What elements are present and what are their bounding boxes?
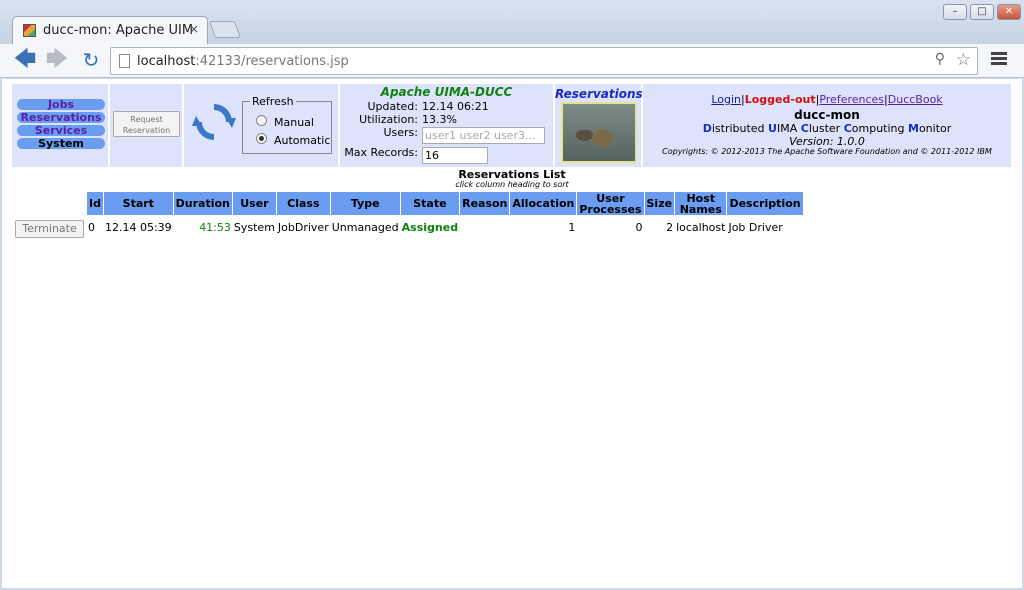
maximize-button[interactable]: □ bbox=[970, 4, 994, 20]
search-icon[interactable]: ⚲ bbox=[935, 51, 945, 67]
close-window-button[interactable]: ✕ bbox=[997, 4, 1021, 20]
cell-size: 2 bbox=[666, 220, 674, 234]
nav-jobs[interactable]: Jobs bbox=[17, 99, 105, 110]
cell-description: Job Driver bbox=[728, 220, 783, 234]
table-row: 0 12.14 05:39 41:53 System JobDriver Unm… bbox=[87, 216, 803, 238]
nav-services[interactable]: Services bbox=[17, 125, 105, 136]
cell-duration: 41:53 bbox=[199, 220, 231, 234]
copyright: Copyrights: © 2012-2013 The Apache Softw… bbox=[662, 147, 992, 156]
col-host-names[interactable]: Host Names bbox=[675, 192, 727, 215]
updated-value: 12.14 06:21 bbox=[422, 100, 489, 113]
users-label: Users: bbox=[383, 126, 418, 139]
duck-image bbox=[561, 102, 637, 163]
browser-toolbar: 🡄 🡆 ↻ localhost:42133/reservations.jsp ⚲… bbox=[0, 44, 1024, 78]
nav-reservations[interactable]: Reservations bbox=[17, 112, 105, 123]
new-tab-button[interactable] bbox=[208, 21, 242, 38]
terminate-button[interactable]: Terminate bbox=[15, 220, 84, 238]
hostname: ducc-mon bbox=[794, 108, 860, 122]
col-type[interactable]: Type bbox=[330, 192, 400, 215]
col-duration[interactable]: Duration bbox=[173, 192, 232, 215]
col-user-processes[interactable]: User Processes bbox=[577, 192, 644, 215]
forward-arrow-icon[interactable]: 🡆 bbox=[44, 48, 70, 74]
updated-label: Updated: bbox=[367, 100, 418, 113]
address-bar[interactable]: localhost:42133/reservations.jsp ⚲ ☆ bbox=[110, 47, 978, 75]
utilization-label: Utilization: bbox=[359, 113, 418, 126]
uima-favicon-icon bbox=[23, 24, 36, 37]
col-reason[interactable]: Reason bbox=[460, 192, 510, 215]
manual-label: Manual bbox=[274, 116, 314, 129]
list-subtitle: click column heading to sort bbox=[455, 180, 569, 189]
request-label-2: Reservation bbox=[122, 126, 171, 135]
back-arrow-icon[interactable]: 🡄 bbox=[12, 48, 38, 74]
nav-panel: Jobs Reservations Services System bbox=[12, 84, 108, 167]
cell-start: 12.14 05:39 bbox=[104, 220, 172, 234]
tab-close-icon[interactable]: × bbox=[189, 22, 199, 36]
logged-out-status: Logged-out bbox=[744, 93, 816, 106]
nav-system[interactable]: System bbox=[17, 138, 105, 149]
bookmark-star-icon[interactable]: ☆ bbox=[956, 50, 971, 70]
col-class[interactable]: Class bbox=[276, 192, 330, 215]
tagline: Distributed UIMA Cluster Computing Monit… bbox=[702, 122, 952, 135]
cell-reason bbox=[460, 216, 509, 238]
minimize-button[interactable]: – bbox=[943, 4, 967, 20]
request-reservation-button[interactable]: Request Reservation bbox=[113, 111, 180, 137]
request-label-1: Request bbox=[130, 115, 163, 124]
refresh-panel: Refresh Manual Automatic bbox=[184, 84, 338, 167]
max-records-label: Max Records: bbox=[344, 146, 418, 159]
table-header-row: Id Start Duration User Class Type State … bbox=[87, 192, 803, 215]
page-icon bbox=[119, 54, 130, 68]
url-text: localhost:42133/reservations.jsp bbox=[137, 54, 349, 69]
preferences-link[interactable]: Preferences bbox=[819, 93, 884, 106]
chrome-menu-icon[interactable] bbox=[988, 50, 1010, 70]
page-viewport: Jobs Reservations Services System Reques… bbox=[2, 79, 1022, 588]
browser-window: ducc-mon: Apache UIMA-DUCC × – □ ✕ 🡄 🡆 ↻… bbox=[0, 0, 1024, 590]
refresh-legend: Refresh bbox=[250, 95, 296, 108]
reservations-table: Id Start Duration User Class Type State … bbox=[86, 191, 804, 239]
refresh-icon[interactable] bbox=[192, 100, 236, 144]
cell-host-names: localhost bbox=[676, 220, 726, 234]
utilization-value: 13.3% bbox=[422, 113, 457, 126]
browser-tab[interactable]: ducc-mon: Apache UIMA-DUCC × bbox=[12, 16, 208, 44]
cell-type: Unmanaged bbox=[331, 220, 399, 234]
duccbook-link[interactable]: DuccBook bbox=[888, 93, 943, 106]
cell-class: JobDriver bbox=[277, 220, 329, 234]
tab-title: ducc-mon: Apache UIMA-DUCC bbox=[43, 23, 193, 38]
page-heading: Reservations bbox=[555, 87, 643, 101]
users-input[interactable]: user1 user2 user3... bbox=[422, 127, 545, 144]
reload-icon[interactable]: ↻ bbox=[78, 48, 104, 74]
col-size[interactable]: Size bbox=[644, 192, 675, 215]
max-records-input[interactable]: 16 bbox=[422, 147, 488, 164]
col-allocation[interactable]: Allocation bbox=[510, 192, 577, 215]
title-bar: ducc-mon: Apache UIMA-DUCC × – □ ✕ bbox=[0, 0, 1024, 44]
manual-radio[interactable] bbox=[256, 115, 267, 126]
col-user[interactable]: User bbox=[232, 192, 276, 215]
app-title: Apache UIMA-DUCC bbox=[380, 85, 513, 99]
page-image-panel: Reservations bbox=[555, 84, 643, 167]
cell-allocation: 1 bbox=[568, 220, 576, 234]
col-state[interactable]: State bbox=[400, 192, 460, 215]
login-link[interactable]: Login bbox=[711, 93, 741, 106]
col-description[interactable]: Description bbox=[727, 192, 803, 215]
cell-state: Assigned bbox=[401, 220, 459, 234]
request-panel: Request Reservation bbox=[110, 84, 182, 167]
col-start[interactable]: Start bbox=[103, 192, 173, 215]
info-panel: Apache UIMA-DUCC Updated: 12.14 06:21 Ut… bbox=[340, 84, 553, 167]
cell-user-processes: 0 bbox=[635, 220, 643, 234]
col-id[interactable]: Id bbox=[87, 192, 103, 215]
automatic-radio[interactable] bbox=[256, 133, 267, 144]
automatic-label: Automatic bbox=[274, 134, 331, 147]
header-right-panel: Login|Logged-out|Preferences|DuccBook du… bbox=[643, 84, 1011, 167]
cell-id: 0 bbox=[88, 220, 95, 234]
header-links: Login|Logged-out|Preferences|DuccBook bbox=[643, 93, 1011, 106]
cell-user: System bbox=[233, 220, 275, 234]
